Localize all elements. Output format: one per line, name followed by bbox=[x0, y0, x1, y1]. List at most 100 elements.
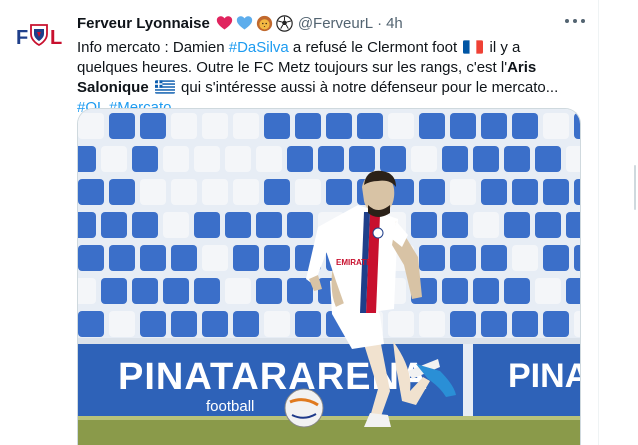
stadium-seat bbox=[566, 278, 580, 304]
tweet-timestamp[interactable]: 4h bbox=[386, 15, 403, 32]
stadium-seat bbox=[78, 179, 104, 205]
author-name[interactable]: Ferveur Lyonnaise bbox=[77, 15, 210, 32]
stadium-seat bbox=[535, 278, 561, 304]
stadium-seat bbox=[535, 212, 561, 238]
hashtag-dasilva[interactable]: #DaSilva bbox=[229, 39, 289, 56]
tweet-header: Ferveur Lyonnaise @FerveurL · 4h bbox=[77, 12, 585, 34]
stadium-seat bbox=[287, 278, 313, 304]
author-handle[interactable]: @FerveurL bbox=[298, 15, 373, 32]
stadium-seat bbox=[171, 179, 197, 205]
avatar[interactable]: F L bbox=[14, 20, 66, 56]
stadium-seat bbox=[256, 212, 282, 238]
soccer-ball-image bbox=[284, 388, 324, 428]
stadium-seat bbox=[78, 278, 96, 304]
stadium-seat bbox=[78, 113, 104, 139]
stadium-seat bbox=[171, 245, 197, 271]
stadium-seat bbox=[264, 113, 290, 139]
stadium-seat bbox=[450, 113, 476, 139]
stadium-seat bbox=[543, 311, 569, 337]
stadium-seat bbox=[473, 278, 499, 304]
stadium-seat bbox=[450, 179, 476, 205]
text-segment: qui s'intéresse aussi à notre défenseur … bbox=[176, 79, 559, 96]
stadium-seat bbox=[194, 212, 220, 238]
stadium-seat bbox=[535, 146, 561, 172]
stadium-seat bbox=[171, 311, 197, 337]
stadium-seat bbox=[318, 146, 344, 172]
stadium-seat bbox=[109, 245, 135, 271]
stadium-seat bbox=[326, 179, 352, 205]
stadium-seat bbox=[109, 113, 135, 139]
name-emojis bbox=[216, 14, 293, 32]
stadium-seat bbox=[256, 278, 282, 304]
stadium-seat bbox=[504, 212, 530, 238]
lion-emoji-icon bbox=[256, 15, 272, 31]
stadium-seat bbox=[101, 146, 127, 172]
stadium-seat bbox=[225, 278, 251, 304]
stadium-seat bbox=[140, 245, 166, 271]
scrollbar[interactable] bbox=[634, 165, 636, 210]
stadium-seat bbox=[202, 113, 228, 139]
svg-text:F: F bbox=[16, 27, 28, 49]
stadium-seat bbox=[419, 311, 445, 337]
stadium-seat bbox=[163, 278, 189, 304]
player-photo-image: PINATARARENA football PINA EMIRATES bbox=[78, 109, 581, 445]
stadium-seat bbox=[411, 146, 437, 172]
header-separator: · bbox=[377, 14, 383, 32]
stadium-seat bbox=[473, 212, 499, 238]
stadium-seat bbox=[287, 212, 313, 238]
stadium-seat bbox=[140, 113, 166, 139]
stadium-seat bbox=[512, 179, 538, 205]
stadium-seat bbox=[264, 311, 290, 337]
stadium-seat bbox=[171, 113, 197, 139]
tweet-photo[interactable]: PINATARARENA football PINA EMIRATES bbox=[77, 108, 581, 445]
stadium-seat bbox=[225, 212, 251, 238]
stadium-seat bbox=[233, 245, 259, 271]
text-segment: a refusé le Clermont foot bbox=[288, 39, 462, 56]
stadium-seat bbox=[101, 212, 127, 238]
stadium-seat bbox=[295, 311, 321, 337]
stadium-seat bbox=[574, 245, 580, 271]
stadium-seat bbox=[566, 146, 580, 172]
stadium-seat bbox=[481, 311, 507, 337]
stadium-seat bbox=[140, 179, 166, 205]
stadium-seat bbox=[504, 146, 530, 172]
stadium-seat bbox=[442, 278, 468, 304]
stadium-seat bbox=[481, 245, 507, 271]
stadium-seat bbox=[163, 146, 189, 172]
stadium-seat bbox=[380, 146, 406, 172]
stadium-seat bbox=[109, 179, 135, 205]
banner-right-text: PINA bbox=[508, 357, 581, 395]
stadium-seat bbox=[481, 113, 507, 139]
stadium-seat bbox=[450, 245, 476, 271]
stadium-seat bbox=[574, 179, 580, 205]
stadium-seat bbox=[78, 146, 96, 172]
stadium-seat bbox=[295, 113, 321, 139]
stadium-seat bbox=[419, 113, 445, 139]
tweet[interactable]: Ferveur Lyonnaise @FerveurL · 4h Info me… bbox=[77, 12, 585, 118]
stadium-seat bbox=[566, 212, 580, 238]
stadium-seat bbox=[202, 311, 228, 337]
stadium-seat bbox=[101, 278, 127, 304]
tweet-text: Info mercato : Damien #DaSilva a refusé … bbox=[77, 38, 585, 118]
stadium-seat bbox=[78, 212, 96, 238]
banner-sub-text: football bbox=[206, 398, 254, 415]
stadium-seat bbox=[543, 113, 569, 139]
stadium-seat bbox=[202, 245, 228, 271]
stadium-seat bbox=[512, 311, 538, 337]
stadium-seat bbox=[543, 245, 569, 271]
stadium-seat bbox=[287, 146, 313, 172]
stadium-seat bbox=[233, 179, 259, 205]
stadium-seat bbox=[574, 311, 580, 337]
stadium-seat bbox=[202, 179, 228, 205]
blue-heart-emoji-icon bbox=[236, 15, 252, 29]
more-options-icon[interactable] bbox=[565, 18, 585, 24]
svg-text:L: L bbox=[50, 27, 62, 49]
stadium-seat bbox=[78, 245, 104, 271]
red-heart-emoji-icon bbox=[216, 15, 232, 29]
stadium-seat bbox=[419, 245, 445, 271]
stadium-seat bbox=[264, 245, 290, 271]
soccer-ball-emoji-icon bbox=[276, 14, 293, 32]
stadium-seat bbox=[264, 179, 290, 205]
stadium-seat bbox=[225, 146, 251, 172]
stadium-seat bbox=[78, 311, 104, 337]
